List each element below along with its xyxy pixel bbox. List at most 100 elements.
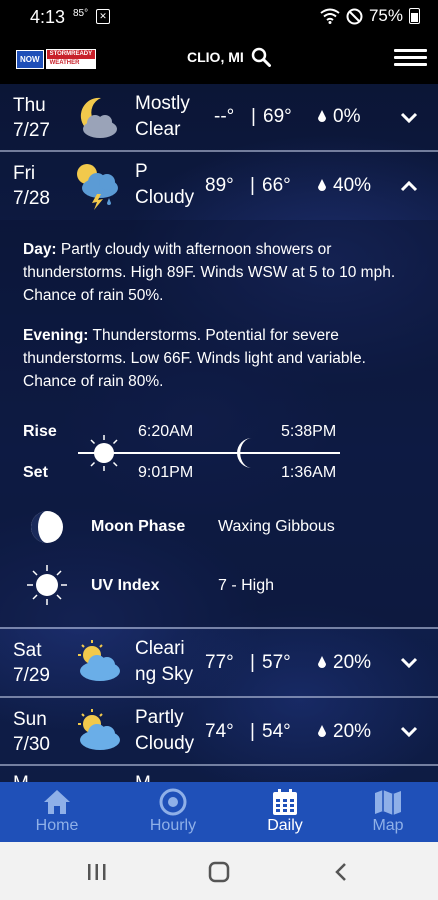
dnd-icon — [346, 8, 363, 24]
bottom-nav: Home Hourly Daily Map — [0, 782, 438, 842]
evening-label: Evening: — [23, 327, 89, 344]
status-right: 75% — [320, 6, 420, 26]
home-button-icon[interactable] — [208, 861, 230, 883]
day-row-thu[interactable]: Thu 7/27 Mostly Clear --° | 69° 0% — [0, 84, 438, 151]
sunrise-time: 6:20AM — [138, 423, 194, 440]
date: 7/28 — [13, 188, 50, 209]
raindrop-icon — [318, 656, 326, 668]
status-temp: 85° — [73, 8, 89, 19]
nav-map[interactable]: Map — [343, 782, 433, 842]
moonset-time: 1:36AM — [281, 464, 337, 481]
day-text: Partly cloudy with afternoon showers or … — [23, 241, 396, 304]
day-row-sun[interactable]: Sun 7/30 Partly Cloudy 74° | 54° 20% — [0, 698, 438, 765]
low-temp: 69° — [263, 106, 292, 127]
location-label[interactable]: CLIO, MI — [187, 49, 244, 65]
rain-chance: 20% — [317, 721, 371, 743]
map-icon — [375, 790, 401, 815]
chevron-down-icon[interactable] — [399, 722, 419, 742]
day-date: Fri 7/28 — [13, 161, 50, 211]
condition-line-2: ng Sky — [135, 664, 194, 685]
moon-cloud-icon — [80, 97, 117, 138]
day-of-week: M — [13, 771, 29, 782]
hamburger-menu-icon[interactable] — [394, 45, 427, 71]
day-label: Day: — [23, 241, 57, 258]
status-bar: 4:13 85° ✕ 75% — [0, 0, 438, 34]
nav-hourly-label: Hourly — [149, 817, 197, 834]
logo-text-1: STORMREADY — [46, 50, 96, 59]
day-row-fri[interactable]: Fri 7/28 P Cloudy 89° | 66° 40% — [0, 152, 438, 219]
raindrop-icon — [318, 725, 326, 737]
recents-icon[interactable] — [87, 863, 107, 881]
nav-home[interactable]: Home — [12, 782, 102, 842]
logo-stormready: STORMREADY WEATHER — [45, 49, 97, 69]
day-of-week: Thu — [13, 95, 46, 116]
search-icon[interactable] — [251, 47, 271, 67]
high-temp: 77° — [205, 652, 234, 673]
low-temp: 54° — [262, 721, 291, 742]
rain-chance: 40% — [317, 175, 371, 197]
system-nav-bar — [0, 842, 438, 900]
condition: P Cloudy — [135, 159, 205, 211]
date: 7/27 — [13, 120, 50, 141]
nav-map-label: Map — [372, 817, 404, 834]
rain-chance: 20% — [317, 652, 371, 674]
sun-icon — [86, 435, 122, 471]
chevron-down-icon[interactable] — [399, 108, 419, 128]
date: 7/30 — [13, 734, 50, 755]
partly-cloudy-icon — [78, 709, 120, 750]
condition-line-1: P — [135, 161, 148, 182]
logo-text-2: WEATHER — [46, 59, 96, 68]
condition-line-2: Clear — [135, 119, 181, 140]
uv-index-label: UV Index — [91, 577, 160, 594]
moon-phase-value: Waxing Gibbous — [218, 518, 335, 535]
condition-line-1: M — [135, 771, 205, 782]
condition-line-2: Cloudy — [135, 733, 195, 754]
uv-index-value: 7 - High — [218, 577, 275, 594]
nav-daily-label: Daily — [267, 817, 303, 834]
separator: | — [251, 106, 256, 127]
high-temp: --° — [214, 106, 235, 127]
separator: | — [250, 652, 255, 673]
moonrise-time: 5:38PM — [281, 423, 337, 440]
uv-sun-icon — [27, 565, 67, 605]
rise-label: Rise — [23, 423, 57, 440]
condition-line-1: Mostly — [135, 93, 190, 114]
set-label: Set — [23, 464, 48, 481]
raindrop-icon — [318, 179, 326, 191]
day-forecast: Day: Partly cloudy with afternoon shower… — [23, 238, 418, 307]
nav-hourly[interactable]: Hourly — [128, 782, 218, 842]
condition: Partly Cloudy — [135, 705, 205, 757]
rain-percent: 20% — [333, 652, 372, 673]
condition: Mostly Clear — [135, 91, 205, 143]
battery-icon — [409, 8, 420, 24]
nav-daily[interactable]: Daily — [240, 782, 330, 842]
moon-phase-label: Moon Phase — [91, 518, 186, 535]
day-row-mon-partial[interactable]: M M — [0, 766, 438, 782]
chevron-up-icon[interactable] — [399, 176, 419, 196]
raindrop-icon — [318, 110, 326, 122]
day-date: Sat 7/29 — [13, 638, 50, 688]
battery-percent: 75% — [368, 6, 403, 25]
home-icon — [44, 790, 70, 814]
condition-line-1: Partly — [135, 707, 184, 728]
status-time: 4:13 — [30, 7, 66, 27]
rain-percent: 40% — [333, 175, 372, 196]
nav-home-label: Home — [35, 817, 79, 834]
day-row-sat[interactable]: Sat 7/29 Cleari ng Sky 77° | 57° 20% — [0, 629, 438, 696]
high-temp: 89° — [205, 175, 234, 196]
calendar-icon — [273, 789, 297, 815]
day-date: Thu 7/27 — [13, 93, 50, 143]
low-temp: 57° — [262, 652, 291, 673]
date: 7/29 — [13, 665, 50, 686]
separator: | — [250, 721, 255, 742]
separator: | — [250, 175, 255, 196]
day-of-week: Sat — [13, 640, 42, 661]
sunset-time: 9:01PM — [138, 464, 194, 481]
back-icon[interactable] — [333, 862, 349, 882]
partly-cloudy-icon — [78, 640, 120, 681]
low-temp: 66° — [262, 175, 291, 196]
app-logo[interactable]: NOW STORMREADY WEATHER — [16, 49, 97, 69]
evening-forecast: Evening: Thunderstorms. Potential for se… — [23, 324, 418, 393]
chevron-down-icon[interactable] — [399, 653, 419, 673]
app-header: NOW STORMREADY WEATHER CLIO, MI — [0, 34, 438, 84]
